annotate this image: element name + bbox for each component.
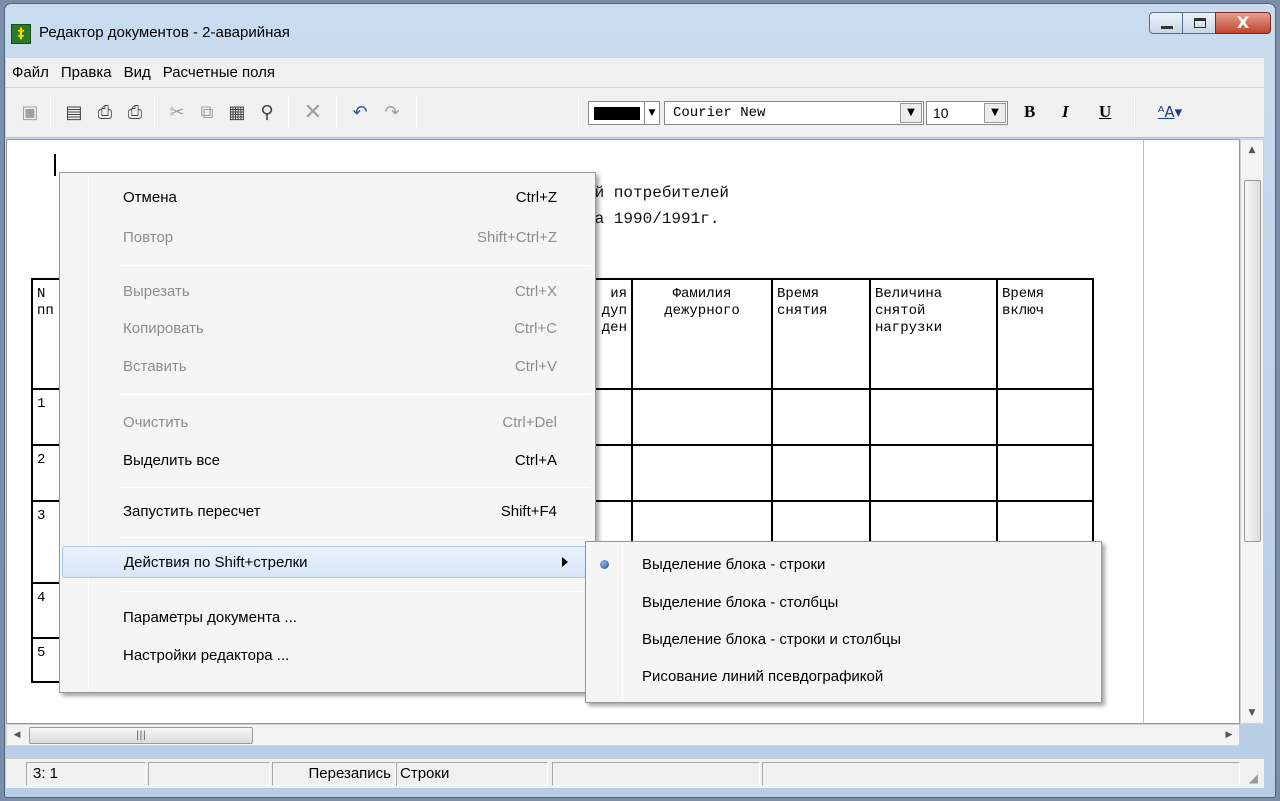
vertical-scrollbar[interactable]: ▲ ▼	[1240, 139, 1264, 724]
status-cell	[762, 762, 1240, 786]
table-cell: Величина снятой нагрузки	[869, 278, 998, 390]
toolbar-separator	[50, 96, 51, 128]
print-setup-icon[interactable]: ⎙	[90, 97, 120, 127]
font-name-value: Courier New	[673, 105, 766, 121]
status-cell	[148, 762, 270, 786]
status-cell	[552, 762, 760, 786]
menu-item-paste[interactable]: Вставить Ctrl+V	[62, 351, 593, 383]
minimize-icon	[1161, 26, 1173, 29]
menu-item-select-all[interactable]: Выделить все Ctrl+A	[62, 445, 593, 477]
redo-icon[interactable]: ↷	[378, 97, 406, 127]
cursor-position: 3: 1	[26, 762, 146, 786]
doc-text-line: на 1990/1991г.	[585, 210, 720, 228]
submenu-arrow-icon	[562, 557, 568, 567]
preview-icon[interactable]: ▤	[60, 97, 88, 127]
text-caret	[54, 154, 56, 176]
menu-item-clear[interactable]: Очистить Ctrl+Del	[62, 407, 593, 439]
submenu-item-block-rows-columns[interactable]: Выделение блока - строки и столбцы	[588, 624, 1099, 656]
menu-item-shift-arrows[interactable]: Действия по Shift+стрелки	[62, 546, 593, 578]
maximize-button[interactable]	[1182, 12, 1216, 34]
undo-icon[interactable]: ↶	[346, 97, 374, 127]
menu-file[interactable]: Файл	[6, 58, 55, 88]
submenu-item-block-rows[interactable]: Выделение блока - строки	[588, 549, 1099, 581]
horizontal-scrollbar[interactable]: ◀ ||| ▶	[6, 724, 1240, 746]
bold-button[interactable]: B	[1024, 102, 1035, 122]
menu-bar: Файл Правка Вид Расчетные поля	[6, 58, 1264, 88]
cut-icon[interactable]: ✂	[164, 97, 190, 127]
text-color-picker[interactable]: ▼	[588, 101, 660, 125]
scroll-up-icon[interactable]: ▲	[1241, 140, 1263, 160]
window-controls: X	[1149, 12, 1271, 34]
chevron-down-icon[interactable]: ▼	[984, 103, 1006, 123]
chevron-down-icon[interactable]: ▼	[644, 102, 659, 124]
submenu-item-pseudographics[interactable]: Рисование линий псевдографикой	[588, 661, 1099, 693]
toolbar-separator	[578, 96, 579, 128]
color-swatch	[594, 107, 640, 120]
toolbar: ▣ ▤ ⎙ ⎙ ✂ ⧉ ▦ ⚲ ✕ ↶ ↷ ▼ Courier New ▼ 10…	[6, 88, 1264, 138]
menu-item-redo[interactable]: Повтор Shift+Ctrl+Z	[62, 222, 593, 254]
find-icon[interactable]: ⚲	[254, 97, 280, 127]
scroll-right-icon[interactable]: ▶	[1219, 725, 1239, 745]
toolbar-separator	[336, 96, 337, 128]
font-name-select[interactable]: Courier New ▼	[664, 101, 924, 125]
table-cell: Время включ	[996, 278, 1094, 390]
submenu-item-block-columns[interactable]: Выделение блока - столбцы	[588, 587, 1099, 619]
menu-separator	[120, 487, 590, 488]
font-size-select[interactable]: 10 ▼	[926, 101, 1008, 125]
menu-separator	[120, 265, 590, 266]
paste-icon[interactable]: ▦	[224, 97, 250, 127]
print-icon[interactable]: ⎙	[120, 97, 150, 127]
menu-item-copy[interactable]: Копировать Ctrl+C	[62, 313, 593, 345]
maximize-icon	[1194, 18, 1206, 28]
status-bar: 3: 1 Перезапись Строки ◢	[6, 758, 1264, 788]
doc-text-line: ий потребителей	[585, 184, 730, 202]
menu-view[interactable]: Вид	[118, 58, 157, 88]
minimize-button[interactable]	[1149, 12, 1183, 34]
chevron-down-icon[interactable]: ▼	[900, 103, 922, 123]
menu-item-document-params[interactable]: Параметры документа ...	[62, 602, 593, 634]
menu-calc-fields[interactable]: Расчетные поля	[157, 58, 281, 88]
vertical-scroll-thumb[interactable]	[1244, 180, 1261, 542]
scroll-down-icon[interactable]: ▼	[1241, 703, 1263, 723]
horizontal-scroll-thumb[interactable]: |||	[29, 727, 253, 744]
save-icon[interactable]: ▣	[16, 97, 44, 127]
font-size-value: 10	[933, 105, 949, 121]
window-title: Редактор документов - 2-аварийная	[39, 24, 290, 41]
close-button[interactable]: X	[1215, 12, 1271, 34]
menu-separator	[120, 394, 590, 395]
menu-item-cut[interactable]: Вырезать Ctrl+X	[62, 276, 593, 308]
table-cell: Фамилия дежурного	[631, 278, 773, 390]
toolbar-separator	[288, 96, 289, 128]
italic-button[interactable]: I	[1062, 102, 1069, 122]
copy-icon[interactable]: ⧉	[194, 97, 220, 127]
app-icon: ‡	[11, 24, 31, 44]
resize-grip-icon[interactable]: ◢	[1249, 771, 1258, 785]
title-bar[interactable]: ‡ Редактор документов - 2-аварийная X	[5, 4, 1275, 60]
shift-arrows-submenu: Выделение блока - строки Выделение блока…	[585, 541, 1102, 703]
scroll-left-icon[interactable]: ◀	[7, 725, 27, 745]
table-cell: Время снятия	[771, 278, 871, 390]
menu-item-editor-settings[interactable]: Настройки редактора ...	[62, 640, 593, 672]
menu-separator	[120, 591, 590, 592]
toolbar-separator	[416, 96, 417, 128]
selection-mode: Строки	[396, 762, 548, 786]
radio-selected-icon	[600, 560, 609, 569]
overwrite-mode: Перезапись	[272, 762, 396, 786]
menu-item-undo[interactable]: Отмена Ctrl+Z	[62, 182, 593, 214]
underline-button[interactable]: U	[1099, 102, 1111, 122]
menu-edit[interactable]: Правка	[55, 58, 118, 88]
font-style-icon[interactable]: ᴬA ▾	[1150, 97, 1190, 127]
toolbar-separator	[1134, 96, 1135, 128]
menu-separator	[120, 537, 590, 538]
right-margin-line	[1143, 140, 1144, 723]
toolbar-separator	[154, 96, 155, 128]
menu-item-recalculate[interactable]: Запустить пересчет Shift+F4	[62, 496, 593, 528]
context-menu: Отмена Ctrl+Z Повтор Shift+Ctrl+Z Вырезать…	[59, 172, 596, 693]
delete-icon[interactable]: ✕	[298, 97, 328, 127]
